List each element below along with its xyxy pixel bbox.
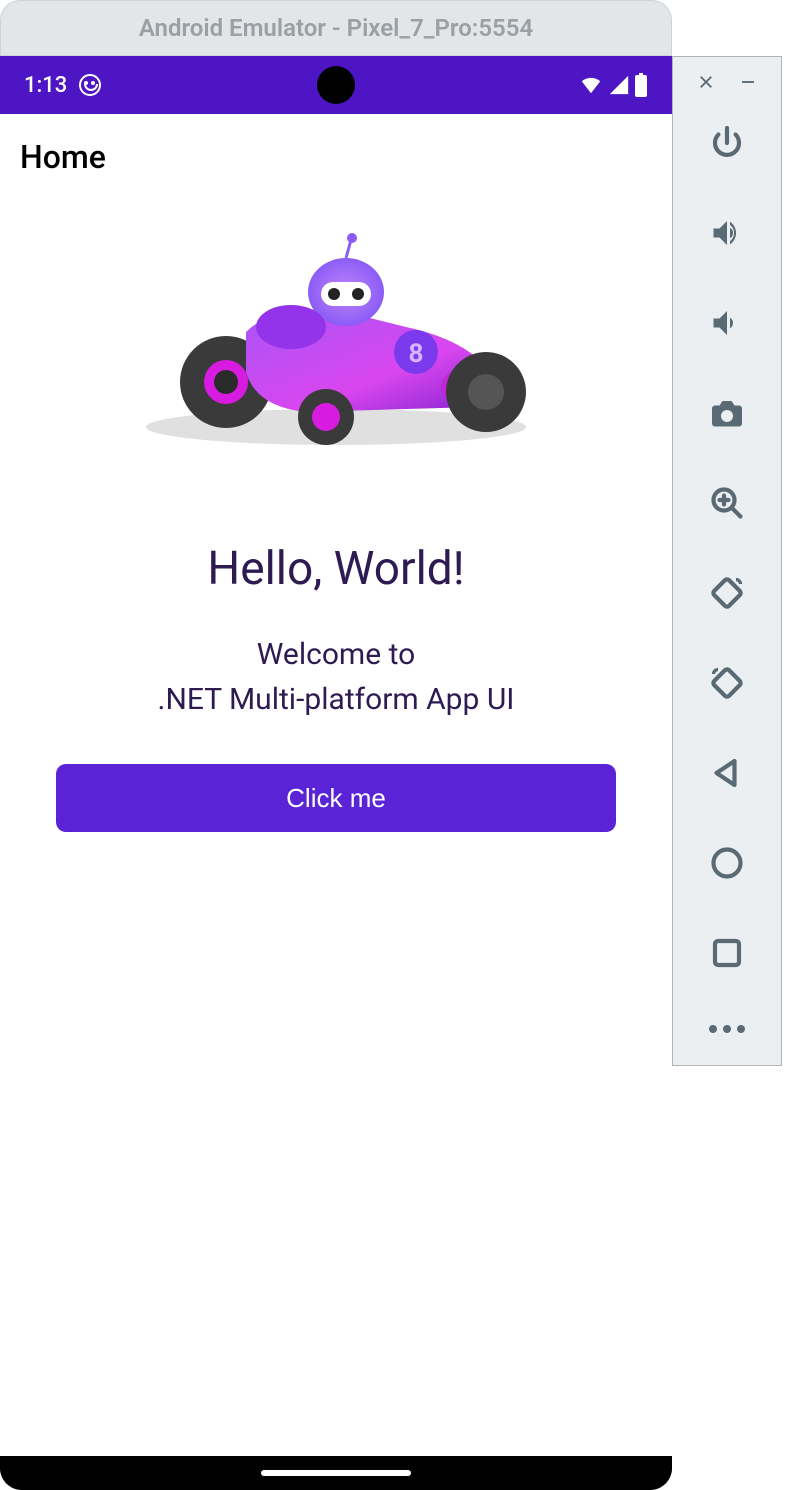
rotate-right-icon [709, 665, 745, 701]
welcome-line-1: Welcome to [257, 637, 415, 672]
window-title: Android Emulator - Pixel_7_Pro:5554 [139, 14, 533, 42]
camera-icon [709, 395, 745, 431]
rotate-right-button[interactable] [709, 665, 745, 701]
emulator-window: Android Emulator - Pixel_7_Pro:5554 1:13… [0, 0, 672, 1490]
close-button[interactable] [697, 73, 715, 91]
signal-icon [608, 74, 630, 96]
nav-pill[interactable] [261, 1470, 411, 1476]
emulator-toolbar [672, 56, 782, 1066]
rotate-left-button[interactable] [709, 575, 745, 611]
more-icon [709, 1025, 717, 1033]
minimize-button[interactable] [739, 73, 757, 91]
welcome-text: Welcome to .NET Multi-platform App UI [158, 632, 515, 722]
svg-text:8: 8 [409, 339, 424, 369]
android-status-bar[interactable]: 1:13 [0, 56, 672, 114]
wifi-icon [578, 74, 604, 96]
window-title-bar[interactable]: Android Emulator - Pixel_7_Pro:5554 [0, 0, 672, 56]
overview-square-icon [709, 935, 745, 971]
clock-text: 1:13 [24, 73, 67, 98]
zoom-button[interactable] [709, 485, 745, 521]
android-nav-bar[interactable] [0, 1456, 672, 1490]
bot-racecar-image: 8 [126, 232, 546, 452]
more-button[interactable] [709, 1011, 745, 1047]
phone-frame: 1:13 Home [0, 56, 672, 1490]
battery-icon [634, 73, 648, 97]
volume-up-button[interactable] [709, 215, 745, 251]
page-title: Home [20, 138, 652, 176]
welcome-line-2: .NET Multi-platform App UI [158, 682, 515, 717]
volume-down-button[interactable] [709, 305, 745, 341]
phone-screen: 1:13 Home [0, 56, 672, 1456]
close-icon [697, 64, 715, 100]
minimize-icon [739, 64, 757, 100]
overview-button[interactable] [709, 935, 745, 971]
volume-down-icon [709, 305, 745, 341]
volume-up-icon [709, 215, 745, 251]
rotate-left-icon [709, 575, 745, 611]
back-triangle-icon [709, 755, 745, 791]
app-header: Home [0, 114, 672, 192]
status-right [578, 73, 648, 97]
back-button[interactable] [709, 755, 745, 791]
app-content: 8 [0, 192, 672, 852]
home-circle-icon [709, 845, 745, 881]
power-button[interactable] [709, 125, 745, 161]
status-left: 1:13 [24, 73, 101, 98]
hello-heading: Hello, World! [207, 542, 464, 596]
click-me-button[interactable]: Click me [56, 764, 616, 832]
camera-hole [317, 66, 355, 104]
screenshot-button[interactable] [709, 395, 745, 431]
power-icon [709, 125, 745, 161]
home-button[interactable] [709, 845, 745, 881]
zoom-in-icon [709, 485, 745, 521]
notification-icon [79, 74, 101, 96]
